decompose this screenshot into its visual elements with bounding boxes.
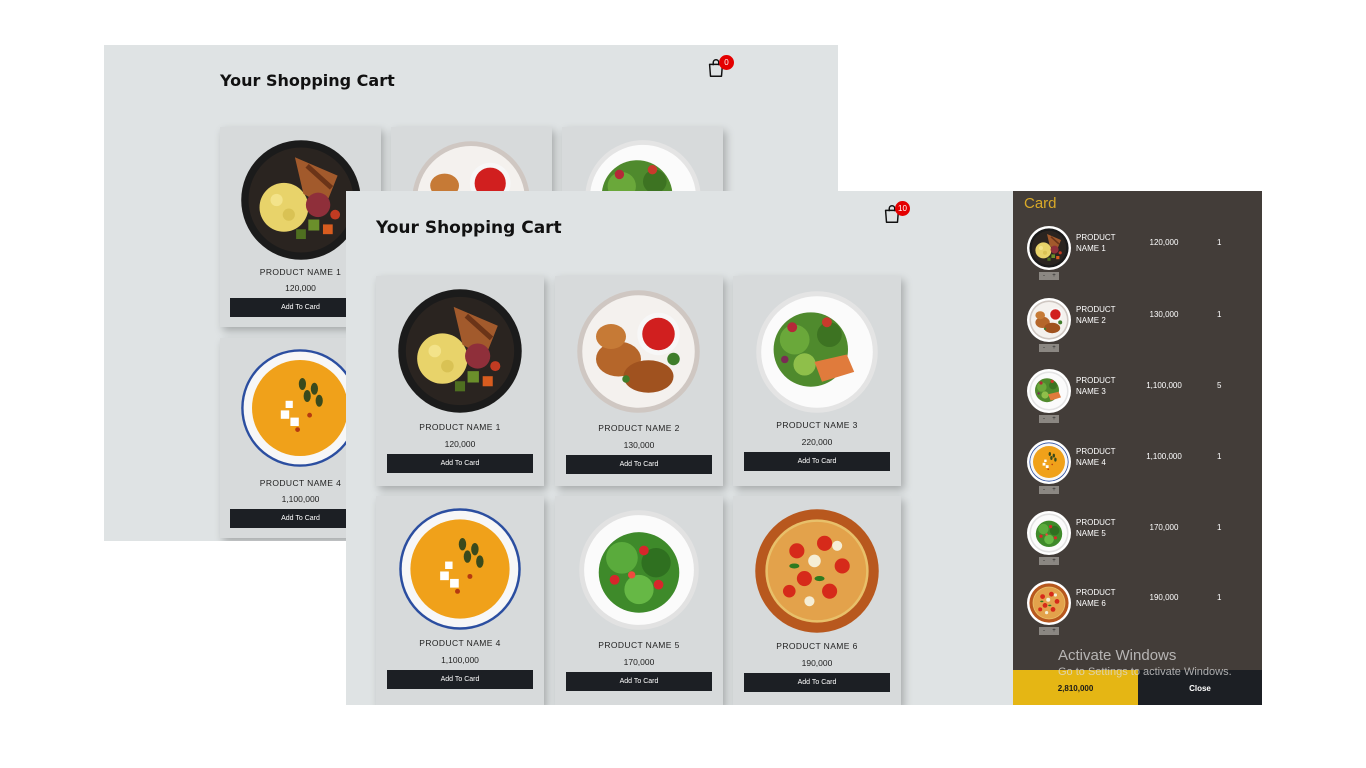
cart-item-name: PRODUCT NAME 3 [1076, 376, 1116, 396]
increase-button[interactable]: + [1049, 344, 1059, 352]
increase-button[interactable]: + [1049, 415, 1059, 423]
cart-item-price: 1,100,000 [1146, 381, 1182, 390]
cart-item-quantity: 1 [1217, 452, 1222, 461]
cart-item-quantity: 1 [1217, 238, 1222, 247]
product-card: PRODUCT NAME 2 130,000 Add To Card [555, 276, 723, 486]
cart-item-thumbnail [1027, 440, 1071, 484]
soup-icon [398, 507, 522, 631]
decrease-button[interactable]: - [1039, 627, 1049, 635]
add-to-card-button[interactable]: Add To Card [387, 454, 533, 473]
product-name: PRODUCT NAME 5 [598, 640, 680, 650]
cart-item-price: 1,100,000 [1146, 452, 1182, 461]
watermark-title: Activate Windows [1058, 647, 1177, 664]
cart-item: PRODUCT NAME 6 190,000 1 - + [1013, 576, 1262, 647]
cart-item-thumbnail [1027, 369, 1071, 413]
quantity-stepper: - + [1039, 486, 1059, 494]
cart-item-thumbnail [1027, 581, 1071, 625]
product-price: 170,000 [623, 657, 655, 667]
front-window: Your Shopping Cart 10 PRODUCT NAME 1 120… [346, 191, 1262, 705]
cart-item-name: PRODUCT NAME 4 [1076, 447, 1116, 467]
product-name: PRODUCT NAME 2 [598, 423, 680, 433]
cart-item-price: 190,000 [1149, 593, 1179, 602]
increase-button[interactable]: + [1049, 486, 1059, 494]
cart-item-quantity: 1 [1217, 593, 1222, 602]
quantity-stepper: - + [1039, 415, 1059, 423]
decrease-button[interactable]: - [1039, 415, 1049, 423]
page-title: Your Shopping Cart [376, 218, 562, 238]
decrease-button[interactable]: - [1039, 486, 1049, 494]
increase-button[interactable]: + [1049, 627, 1059, 635]
cart-item-thumbnail [1027, 511, 1071, 555]
add-to-card-button[interactable]: Add To Card [744, 673, 890, 692]
cart-sidebar: Card PRODUCT NAME 1 120,000 1 - + PRODUC… [1013, 191, 1262, 705]
cart-item-price: 120,000 [1149, 238, 1179, 247]
product-name: PRODUCT NAME 6 [776, 641, 858, 651]
product-price: 190,000 [801, 658, 833, 668]
product-card: PRODUCT NAME 1 120,000 Add To Card [376, 276, 544, 486]
page-title: Your Shopping Cart [220, 71, 395, 90]
product-card: PRODUCT NAME 5 170,000 Add To Card [555, 496, 723, 705]
soup-icon [1029, 442, 1069, 482]
soup-icon [240, 348, 360, 468]
product-card: PRODUCT NAME 4 1,100,000 Add To Card [376, 496, 544, 705]
add-to-card-button[interactable]: Add To Card [566, 455, 712, 474]
cart-item-name: PRODUCT NAME 6 [1076, 588, 1116, 608]
cart-item: PRODUCT NAME 4 1,100,000 1 - + [1013, 435, 1262, 506]
bowl-icon [240, 139, 362, 261]
product-name: PRODUCT NAME 3 [776, 420, 858, 430]
green-salad-icon [1029, 513, 1069, 553]
chicken-plate-icon [1029, 300, 1069, 340]
bowl-icon [397, 288, 523, 414]
cart-item: PRODUCT NAME 1 120,000 1 - + [1013, 221, 1262, 292]
add-to-card-button[interactable]: Add To Card [566, 672, 712, 691]
product-price: 220,000 [801, 437, 833, 447]
cart-item-name: PRODUCT NAME 2 [1076, 305, 1116, 325]
decrease-button[interactable]: - [1039, 272, 1049, 280]
cart-item: PRODUCT NAME 3 1,100,000 5 - + [1013, 364, 1262, 435]
cart-item-price: 170,000 [1149, 523, 1179, 532]
cart-count-badge: 0 [719, 55, 734, 70]
stage: Your Shopping Cart 0 PRODUCT NAME 1 120,… [0, 0, 1366, 768]
cart-item: PRODUCT NAME 5 170,000 1 - + [1013, 506, 1262, 577]
quantity-stepper: - + [1039, 344, 1059, 352]
add-to-card-button[interactable]: Add To Card [744, 452, 890, 471]
cart-item: PRODUCT NAME 2 130,000 1 - + [1013, 293, 1262, 364]
cart-item-quantity: 1 [1217, 310, 1222, 319]
cart-item-price: 130,000 [1149, 310, 1179, 319]
pizza-icon [1029, 583, 1069, 623]
cart-item-thumbnail [1027, 226, 1071, 270]
cart-item-name: PRODUCT NAME 1 [1076, 233, 1116, 253]
activation-watermark: Activate Windows Go to Settings to activ… [1058, 647, 1232, 678]
watermark-subtitle: Go to Settings to activate Windows. [1058, 666, 1232, 678]
decrease-button[interactable]: - [1039, 557, 1049, 565]
pizza-icon [754, 508, 880, 634]
quantity-stepper: - + [1039, 627, 1059, 635]
cart-item-quantity: 5 [1217, 381, 1222, 390]
add-to-card-button[interactable]: Add To Card [387, 670, 533, 689]
product-card: PRODUCT NAME 6 190,000 Add To Card [733, 496, 901, 705]
product-price: 130,000 [623, 440, 655, 450]
cart-item-thumbnail [1027, 298, 1071, 342]
product-price: 120,000 [444, 439, 476, 449]
cart-item-name: PRODUCT NAME 5 [1076, 518, 1116, 538]
quantity-stepper: - + [1039, 272, 1059, 280]
cart-button[interactable]: 10 [881, 201, 910, 230]
product-name: PRODUCT NAME 1 [419, 422, 501, 432]
cart-item-quantity: 1 [1217, 523, 1222, 532]
cart-button[interactable]: 0 [705, 55, 734, 84]
quantity-stepper: - + [1039, 557, 1059, 565]
product-card: PRODUCT NAME 3 220,000 Add To Card [733, 276, 901, 486]
increase-button[interactable]: + [1049, 272, 1059, 280]
decrease-button[interactable]: - [1039, 344, 1049, 352]
sidebar-title: Card [1024, 195, 1057, 212]
salmon-salad-icon [755, 290, 879, 414]
green-salad-icon [578, 509, 700, 631]
salmon-salad-icon [1029, 371, 1069, 411]
product-name: PRODUCT NAME 4 [419, 638, 501, 648]
cart-count-badge: 10 [895, 201, 910, 216]
product-price: 1,100,000 [441, 655, 479, 665]
increase-button[interactable]: + [1049, 557, 1059, 565]
bowl-icon [1029, 228, 1069, 268]
chicken-plate-icon [576, 289, 701, 414]
